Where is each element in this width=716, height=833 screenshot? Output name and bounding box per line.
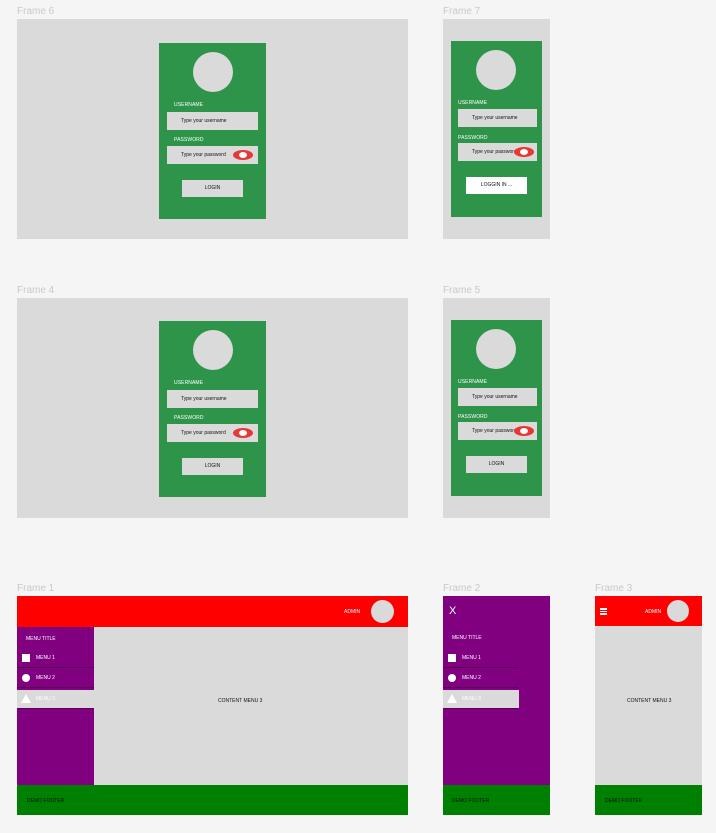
username-label: USERNAME	[174, 102, 204, 108]
frame-5: USERNAME Type your username PASSWORD Typ…	[443, 298, 550, 518]
frame-6-label: Frame 6	[17, 6, 55, 17]
username-field[interactable]: Type your username	[167, 112, 258, 130]
menu-item-2[interactable]: MENU 2	[17, 669, 94, 688]
hamburger-icon[interactable]	[600, 608, 607, 615]
login-button[interactable]: LOGIN	[182, 458, 243, 475]
header-bar: ADMIN	[17, 596, 408, 627]
eye-toggle-icon[interactable]	[514, 147, 534, 157]
login-button[interactable]: LOGIN	[466, 456, 527, 473]
avatar	[476, 329, 516, 369]
footer-label: DEMO FOOTER	[27, 798, 65, 804]
username-label: USERNAME	[174, 380, 204, 386]
eye-toggle-icon[interactable]	[233, 428, 253, 438]
frame-3: ADMIN CONTENT MENU 3 DEMO FOOTER	[595, 596, 702, 815]
login-button[interactable]: LOGIN	[182, 180, 243, 197]
menu-item-label: MENU 3	[36, 696, 55, 702]
footer: DEMO FOOTER	[595, 785, 702, 815]
menu-item-3[interactable]: MENU 3	[443, 690, 519, 709]
menu-item-label: MENU 2	[36, 675, 55, 681]
admin-label: ADMIN	[645, 609, 662, 615]
frame-1-label: Frame 1	[17, 583, 55, 594]
menu-item-2[interactable]: MENU 2	[443, 669, 519, 688]
footer: DEMO FOOTER	[17, 785, 408, 815]
footer: DEMO FOOTER	[443, 785, 550, 815]
username-field[interactable]: Type your username	[458, 388, 537, 406]
frame-5-label: Frame 5	[443, 285, 481, 296]
user-avatar[interactable]	[667, 600, 689, 622]
user-avatar[interactable]	[371, 600, 394, 623]
password-label: PASSWORD	[458, 135, 488, 141]
menu-title: MENU TITLE	[452, 635, 482, 641]
username-field[interactable]: Type your username	[458, 109, 537, 127]
frame-2-label: Frame 2	[443, 583, 481, 594]
username-field[interactable]: Type your username	[167, 390, 258, 408]
footer-label: DEMO FOOTER	[605, 798, 643, 804]
eye-toggle-icon[interactable]	[233, 150, 253, 160]
frame-1: ADMIN MENU TITLE MENU 1 MENU 2 MENU 3 CO…	[17, 596, 408, 815]
menu-item-1[interactable]: MENU 1	[443, 649, 519, 668]
frame-7-label: Frame 7	[443, 6, 481, 17]
login-card: USERNAME Type your username PASSWORD Typ…	[159, 321, 266, 497]
frame-4-label: Frame 4	[17, 285, 55, 296]
menu-item-1[interactable]: MENU 1	[17, 649, 94, 668]
frame-2: X MENU TITLE MENU 1 MENU 2 MENU 3 DEMO F…	[443, 596, 550, 815]
login-card: USERNAME Type your username PASSWORD Typ…	[451, 41, 542, 217]
username-label: USERNAME	[458, 379, 488, 385]
menu-item-3[interactable]: MENU 3	[17, 690, 94, 709]
sidebar: MENU TITLE MENU 1 MENU 2 MENU 3	[17, 627, 94, 787]
frame-4: USERNAME Type your username PASSWORD Typ…	[17, 298, 408, 518]
menu-item-label: MENU 3	[462, 696, 481, 702]
triangle-icon	[21, 694, 31, 703]
password-label: PASSWORD	[458, 414, 488, 420]
avatar	[193, 330, 233, 370]
footer-label: DEMO FOOTER	[452, 798, 490, 804]
avatar	[193, 52, 233, 92]
sidebar: X MENU TITLE MENU 1 MENU 2 MENU 3	[443, 596, 550, 787]
frame-7: USERNAME Type your username PASSWORD Typ…	[443, 19, 550, 239]
triangle-icon	[447, 694, 457, 703]
menu-item-label: MENU 1	[462, 655, 481, 661]
square-icon	[22, 654, 30, 662]
header-bar: ADMIN	[595, 596, 702, 626]
frame-6: USERNAME Type your username PASSWORD Typ…	[17, 19, 408, 239]
admin-label: ADMIN	[344, 609, 361, 615]
password-label: PASSWORD	[174, 137, 204, 143]
content-label: CONTENT MENU 3	[627, 698, 672, 704]
password-label: PASSWORD	[174, 415, 204, 421]
menu-item-label: MENU 1	[36, 655, 55, 661]
username-label: USERNAME	[458, 100, 488, 106]
login-card: USERNAME Type your username PASSWORD Typ…	[159, 43, 266, 219]
circle-icon	[448, 674, 456, 682]
content-label: CONTENT MENU 3	[218, 698, 263, 704]
square-icon	[448, 654, 456, 662]
frame-3-label: Frame 3	[595, 583, 633, 594]
close-icon[interactable]: X	[449, 605, 456, 617]
menu-title: MENU TITLE	[26, 636, 56, 642]
eye-toggle-icon[interactable]	[514, 426, 534, 436]
login-card: USERNAME Type your username PASSWORD Typ…	[451, 320, 542, 496]
circle-icon	[22, 674, 30, 682]
menu-item-label: MENU 2	[462, 675, 481, 681]
avatar	[476, 50, 516, 90]
logging-in-button[interactable]: LOGGIN IN ...	[466, 177, 527, 194]
